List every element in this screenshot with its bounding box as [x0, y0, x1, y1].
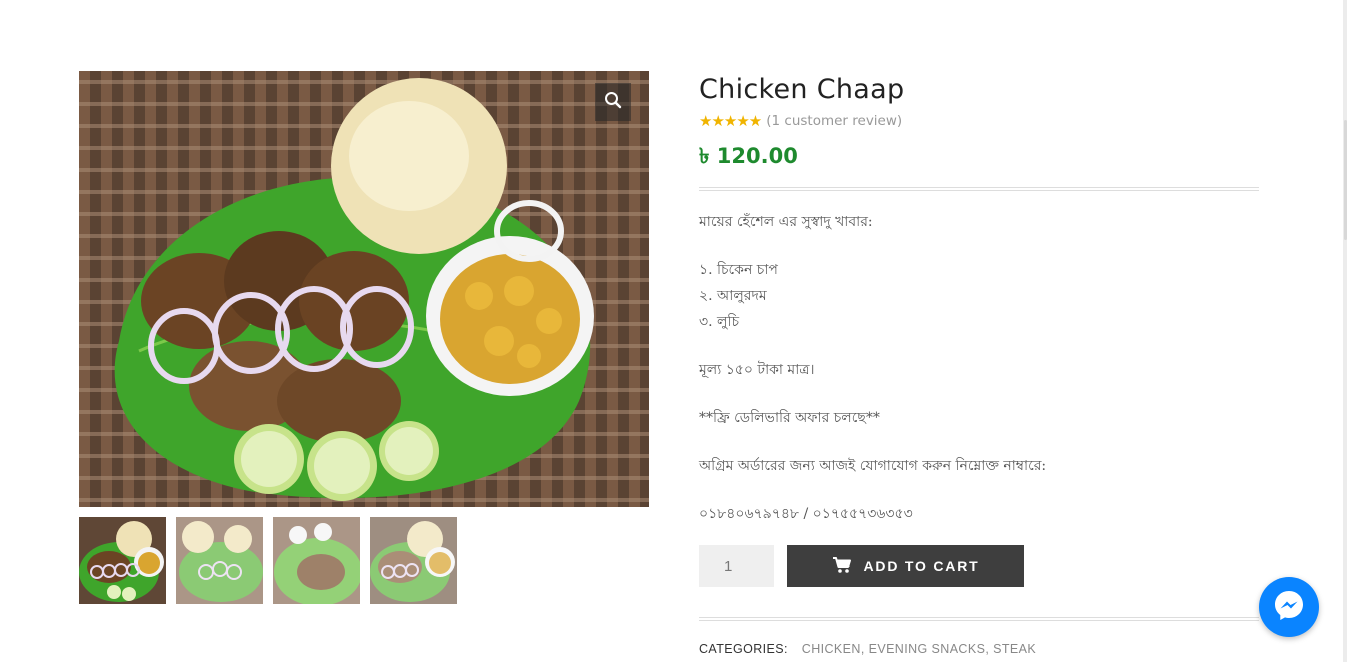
- category-link[interactable]: EVENING SNACKS: [869, 642, 986, 656]
- review-link[interactable]: (1 customer review): [766, 113, 902, 129]
- description-contact-note: অগ্রিম অর্ডারের জন্য আজই যোগাযোগ করুন নি…: [699, 458, 1047, 474]
- star-rating: ★★★★★: [699, 112, 762, 130]
- description-item: ২. আলুরদম: [699, 288, 767, 304]
- product-price: ৳ 120.00: [699, 144, 798, 168]
- product-categories: CATEGORIES: CHICKEN, EVENING SNACKS, STE…: [699, 642, 1037, 656]
- product-title: Chicken Chaap: [699, 74, 905, 105]
- rating-row: ★★★★★ (1 customer review): [699, 112, 1259, 130]
- thumbnail-strip: [79, 517, 457, 604]
- description-offer: **ফ্রি ডেলিভারি অফার চলছে**: [699, 410, 880, 426]
- description-price-note: মূল্য ১৫০ টাকা মাত্র।: [699, 362, 815, 378]
- divider: [699, 617, 1259, 621]
- description-phones: ০১৮৪০৬৭৯৭৪৮ / ০১৭৫৫৭৩৬৩৫৩: [699, 506, 913, 522]
- thumbnail-3[interactable]: [273, 517, 360, 604]
- add-to-cart-label: ADD TO CART: [863, 558, 980, 574]
- categories-label: CATEGORIES:: [699, 642, 788, 656]
- thumbnail-2[interactable]: [176, 517, 263, 604]
- divider: [699, 187, 1259, 191]
- product-summary: Chicken Chaap ★★★★★ (1 customer review) …: [699, 72, 1259, 527]
- thumbnail-1[interactable]: [79, 517, 166, 604]
- description-item: ৩. লুচি: [699, 314, 739, 330]
- description-intro: মায়ের হেঁশেল এর সুস্বাদু খাবার:: [699, 214, 873, 230]
- page-scrollbar[interactable]: [1343, 0, 1347, 662]
- thumbnail-4[interactable]: [370, 517, 457, 604]
- category-link[interactable]: CHICKEN: [802, 642, 861, 656]
- add-to-cart-button[interactable]: ADD TO CART: [787, 545, 1024, 587]
- description-item: ১. চিকেন চাপ: [699, 262, 778, 278]
- zoom-button[interactable]: [595, 83, 631, 121]
- magnifier-icon: [604, 91, 622, 113]
- quantity-input[interactable]: [699, 545, 774, 587]
- messenger-chat-button[interactable]: [1259, 577, 1319, 637]
- add-to-cart-form: ADD TO CART: [699, 545, 1024, 587]
- category-link[interactable]: STEAK: [993, 642, 1036, 656]
- cart-icon: [832, 556, 852, 577]
- product-description: মায়ের হেঁশেল এর সুস্বাদু খাবার: ১. চিকে…: [699, 209, 1259, 527]
- messenger-icon: [1272, 588, 1306, 626]
- product-main-image[interactable]: [79, 71, 649, 507]
